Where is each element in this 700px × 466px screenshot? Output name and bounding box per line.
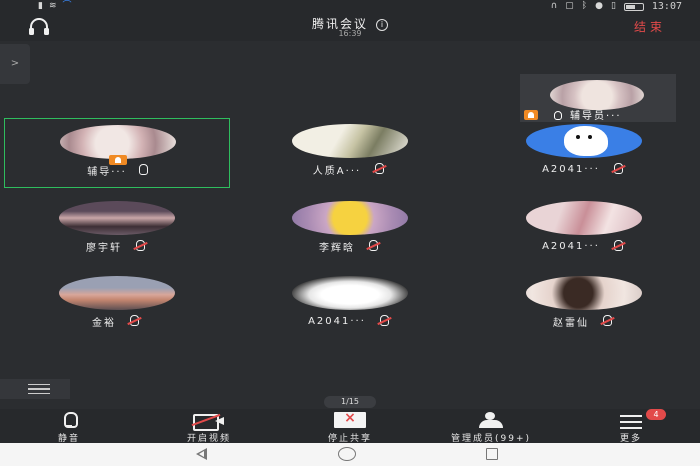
notification-icon: ▮ bbox=[38, 1, 43, 11]
mic-muted-icon bbox=[371, 163, 387, 175]
menu-icon bbox=[620, 415, 642, 429]
bottom-toolbar: 静音 开启视频 停止共享 管理成员(99+) 更多 bbox=[0, 409, 700, 444]
microphone-icon bbox=[62, 412, 78, 428]
battery-icon bbox=[623, 2, 644, 11]
participant-name: 人质A··· bbox=[312, 165, 362, 177]
mic-muted-icon bbox=[599, 315, 615, 327]
meeting-header: 腾讯会议 i 16:39 结束 bbox=[0, 13, 700, 41]
participant-tile[interactable]: 金裕 bbox=[4, 270, 230, 340]
meeting-duration: 16:39 bbox=[338, 29, 362, 38]
mic-muted-icon bbox=[610, 163, 626, 175]
participant-name: 李辉晗 bbox=[319, 242, 355, 254]
dog-icon bbox=[564, 126, 608, 156]
video-off-icon bbox=[191, 412, 225, 431]
status-bar: ▮ ≋ ⌒ ∩ ▢ ᛒ ● ▯ 13:07 bbox=[0, 0, 700, 13]
self-avatar bbox=[550, 80, 644, 110]
participant-name: 辅导··· bbox=[87, 166, 127, 178]
stop-share-button[interactable]: 停止共享 bbox=[285, 409, 415, 444]
vibrate-icon: ▯ bbox=[610, 1, 616, 11]
participant-name: 赵雷仙 bbox=[553, 317, 589, 329]
avatar bbox=[292, 276, 408, 310]
avatar bbox=[59, 201, 175, 235]
avatar bbox=[292, 201, 408, 235]
avatar bbox=[526, 124, 642, 158]
participant-tile[interactable]: A2041··· bbox=[471, 118, 697, 188]
mic-muted-icon bbox=[610, 240, 626, 252]
avatar bbox=[59, 276, 175, 310]
system-nav-bar bbox=[0, 443, 700, 466]
back-icon[interactable] bbox=[196, 448, 207, 460]
start-video-button[interactable]: 开启视频 bbox=[144, 409, 274, 444]
participant-name: A2041··· bbox=[542, 163, 600, 175]
avatar bbox=[60, 125, 176, 159]
avatar bbox=[526, 276, 642, 310]
more-button[interactable]: 更多 bbox=[566, 409, 696, 444]
mute-button[interactable]: 静音 bbox=[4, 409, 134, 444]
mic-muted-icon bbox=[126, 315, 142, 327]
people-icon bbox=[477, 412, 505, 428]
mic-icon: ● bbox=[595, 1, 603, 11]
stop-share-icon bbox=[334, 410, 366, 428]
participant-tile[interactable]: A2041··· bbox=[471, 195, 697, 265]
list-icon bbox=[28, 384, 50, 394]
side-panel-toggle[interactable]: > bbox=[0, 44, 30, 84]
home-icon[interactable] bbox=[338, 447, 356, 461]
participant-tile[interactable]: 赵雷仙 bbox=[471, 270, 697, 340]
participant-name: A2041··· bbox=[542, 240, 600, 252]
wifi-icon: ≋ bbox=[48, 1, 57, 11]
mic-icon bbox=[137, 164, 149, 176]
participant-tile[interactable]: 辅导··· bbox=[4, 118, 230, 188]
mic-muted-icon bbox=[365, 240, 381, 252]
participant-name: 金裕 bbox=[92, 317, 116, 329]
clock: 13:07 bbox=[651, 1, 682, 12]
nfc-icon: ▢ bbox=[565, 1, 574, 11]
end-meeting-button[interactable]: 结束 bbox=[634, 18, 666, 35]
avatar bbox=[526, 201, 642, 235]
participant-tile[interactable]: 人质A··· bbox=[237, 118, 463, 188]
mic-muted-icon bbox=[376, 315, 392, 327]
participant-tile[interactable]: 李辉晗 bbox=[237, 195, 463, 265]
participant-name: 廖宇轩 bbox=[86, 242, 122, 254]
manage-members-button[interactable]: 管理成员(99+) bbox=[426, 409, 556, 444]
self-video-preview[interactable]: 辅导员··· bbox=[520, 74, 676, 122]
participant-list-toggle[interactable] bbox=[0, 379, 70, 399]
participant-tile[interactable]: A2041··· bbox=[237, 270, 463, 340]
page-indicator: 1/15 bbox=[324, 396, 376, 408]
participant-name: A2041··· bbox=[308, 315, 366, 327]
avatar bbox=[292, 124, 408, 158]
recent-apps-icon[interactable] bbox=[486, 448, 498, 460]
bluetooth-icon: ᛒ bbox=[581, 1, 588, 11]
cloud-icon: ⌒ bbox=[62, 1, 72, 11]
more-badge: 4 bbox=[646, 409, 666, 420]
mic-muted-icon bbox=[132, 240, 148, 252]
headset-icon: ∩ bbox=[550, 1, 558, 11]
participant-tile[interactable]: 廖宇轩 bbox=[4, 195, 230, 265]
